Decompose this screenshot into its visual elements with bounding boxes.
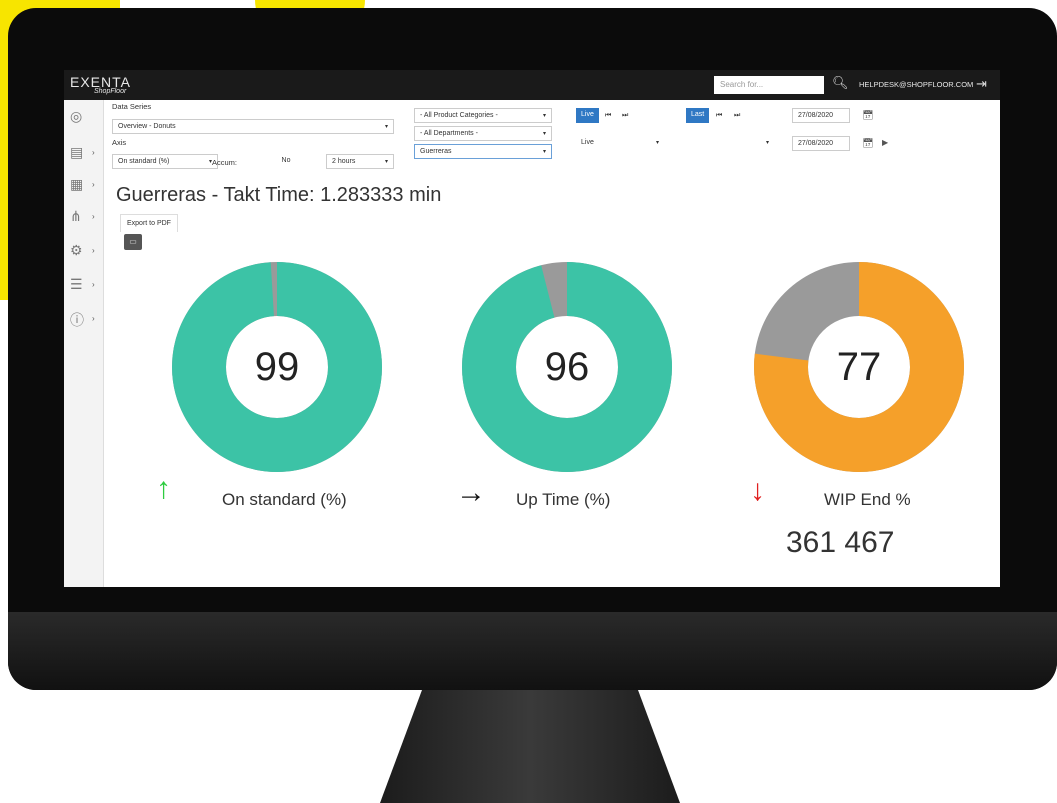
last-page-icon[interactable]: ⏭︎ (734, 112, 740, 120)
chevron-down-icon: ▾ (542, 131, 546, 137)
donut-chart: 96 (462, 262, 672, 472)
metric-label: On standard (%) (222, 490, 347, 509)
hierarchy-icon: ⋔ (70, 208, 82, 224)
machines-icon: ▤ (70, 144, 84, 160)
departments-select[interactable]: - All Departments - ▾ (414, 126, 552, 141)
sidebar-item-settings[interactable]: ⚙ › (70, 242, 100, 266)
last-page-icon[interactable]: ⏭︎ (622, 112, 628, 120)
donut-value: 77 (836, 344, 882, 389)
help-icon: ⓘ (70, 312, 84, 328)
product-categories-value: - All Product Categories - (420, 112, 498, 119)
trend-up-icon: ↑ (156, 472, 171, 505)
chevron-right-icon: › (92, 246, 95, 255)
sidebar-item-screens[interactable]: ▦ › (70, 176, 100, 200)
search-input[interactable]: Search for... (714, 76, 824, 94)
data-series-select[interactable]: Overview - Donuts ▾ (112, 119, 394, 134)
sidebar-item-database[interactable]: ☰ › (70, 276, 100, 300)
chevron-right-icon: › (92, 180, 95, 189)
top-bar: EXENTA ShopFloor Search for... 🔍︎ HELPDE… (64, 70, 1000, 100)
chevron-down-icon: ▾ (655, 140, 659, 146)
display-mode-button[interactable]: ▭ (124, 234, 142, 250)
play-icon[interactable]: ▶ (882, 138, 888, 147)
chevron-right-icon: › (92, 212, 95, 221)
date-to-input[interactable]: 27/08/2020 (792, 136, 850, 151)
chevron-down-icon: ▾ (542, 149, 546, 155)
live-select[interactable]: Live ▾ (576, 136, 664, 151)
donut-chart: 77 (754, 262, 964, 472)
wip-total-value: 361 467 (786, 526, 895, 559)
chevron-right-icon: › (92, 280, 95, 289)
sidebar-item-dashboard[interactable]: ◎ (70, 108, 100, 132)
live-button[interactable]: Live (576, 108, 599, 123)
helpdesk-link[interactable]: HELPDESK@SHOPFLOOR.COM (859, 80, 973, 89)
donut-value: 96 (544, 344, 590, 389)
line-select[interactable]: Guerreras ▾ (414, 144, 552, 159)
departments-value: - All Departments - (420, 130, 478, 137)
chevron-down-icon: ▾ (384, 124, 388, 130)
app-logo-subtitle: ShopFloor (94, 88, 127, 95)
accum-toggle[interactable]: No (262, 154, 310, 169)
donut-chart: 99 (172, 262, 382, 472)
metric-label: Up Time (%) (516, 490, 611, 509)
search-icon[interactable]: 🔍︎ (832, 75, 850, 93)
page-title: Guerreras - Takt Time: 1.283333 min (116, 184, 442, 206)
dashboard-icon: ◎ (70, 108, 83, 124)
settings-icon: ⚙ (70, 242, 83, 258)
live-select-value: Live (581, 139, 594, 146)
chevron-down-icon: ▾ (765, 140, 769, 146)
chevron-down-icon: ▾ (542, 113, 546, 119)
first-page-icon[interactable]: ⏮︎ (716, 112, 722, 120)
chevron-down-icon: ▾ (384, 159, 388, 165)
period-select[interactable]: ▾ (686, 136, 774, 151)
app-screen: EXENTA ShopFloor Search for... 🔍︎ HELPDE… (64, 70, 1000, 587)
axis-label: Axis (112, 138, 127, 147)
stage: EXENTA ShopFloor Search for... 🔍︎ HELPDE… (0, 0, 1057, 803)
date-from-input[interactable]: 27/08/2020 (792, 108, 850, 123)
trend-down-icon: ↓ (750, 474, 765, 507)
chevron-right-icon: › (92, 314, 95, 323)
accum-label: Accum: (212, 158, 238, 167)
sidebar-item-help[interactable]: ⓘ › (70, 310, 100, 334)
interval-value: 2 hours (332, 158, 356, 165)
sidebar: ◎ ▤ › ▦ › ⋔ › ⚙ › ☰ › ⓘ › (64, 100, 104, 587)
axis-select[interactable]: On standard (%) ▾ (112, 154, 218, 169)
logout-icon[interactable]: ⇥ (976, 76, 987, 92)
calendar-icon[interactable]: 📅︎ (862, 110, 873, 121)
trend-flat-icon: → (456, 476, 486, 509)
calendar-icon[interactable]: 📅︎ (862, 138, 873, 149)
metric-label: WIP End % (824, 490, 911, 509)
line-value: Guerreras (420, 148, 452, 155)
sidebar-item-hierarchy[interactable]: ⋔ › (70, 208, 100, 232)
data-series-label: Data Series (112, 102, 152, 111)
first-page-icon[interactable]: ⏮︎ (605, 112, 611, 120)
last-button[interactable]: Last (686, 108, 710, 123)
monitor-stand (380, 690, 680, 803)
export-pdf-tab[interactable]: Export to PDF (120, 214, 178, 232)
interval-select[interactable]: 2 hours ▾ (326, 154, 394, 169)
chevron-right-icon: › (92, 148, 95, 157)
donut-value: 99 (254, 344, 300, 389)
monitor-chin (8, 612, 1057, 690)
axis-value: On standard (%) (118, 158, 170, 165)
database-icon: ☰ (70, 276, 83, 292)
sidebar-item-machines[interactable]: ▤ › (70, 144, 100, 168)
screen-icon: ▦ (70, 176, 84, 192)
product-categories-select[interactable]: - All Product Categories - ▾ (414, 108, 552, 123)
data-series-value: Overview - Donuts (118, 123, 176, 130)
